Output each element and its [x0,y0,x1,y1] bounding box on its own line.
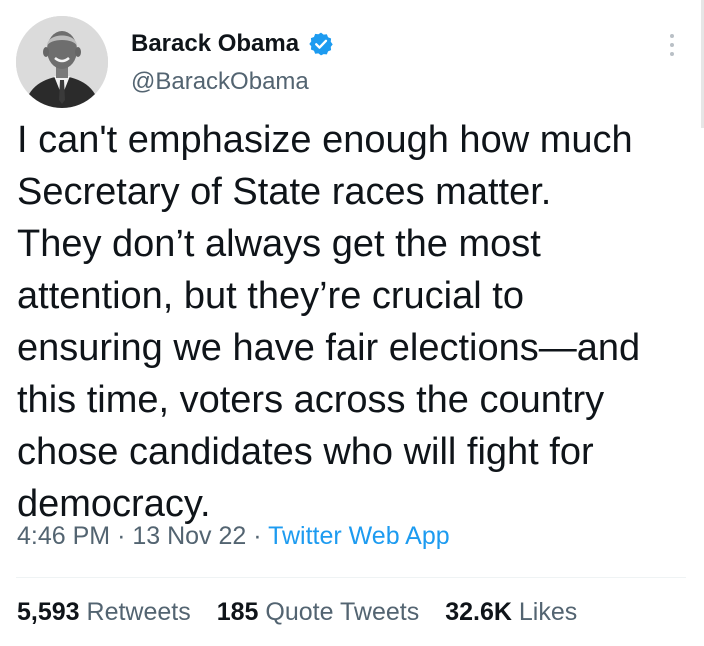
likes-stat[interactable]: 32.6K Likes [445,598,577,627]
quote-tweets-stat[interactable]: 185 Quote Tweets [217,598,419,627]
tweet-text: I can't emphasize enough how much Secret… [17,119,641,525]
more-vertical-icon[interactable] [662,30,682,60]
verified-badge-icon [308,31,334,57]
retweets-count: 5,593 [17,598,80,626]
meta-separator: · [253,522,262,550]
tweet-stats: 5,593 Retweets 185 Quote Tweets 32.6K Li… [17,598,603,627]
likes-label: Likes [518,598,578,626]
retweets-stat[interactable]: 5,593 Retweets [17,598,191,627]
tweet-card: Barack Obama @BarackObama I can't emphas… [0,0,704,646]
display-name[interactable]: Barack Obama [131,30,299,58]
meta-separator: · [117,522,126,550]
quote-tweets-count: 185 [216,598,259,626]
quote-tweets-label: Quote Tweets [265,598,420,626]
retweets-label: Retweets [86,598,191,626]
tweet-source-link[interactable]: Twitter Web App [268,522,450,550]
name-row: Barack Obama [131,30,334,58]
tweet-meta: 4:46 PM · 13 Nov 22 · Twitter Web App [17,522,450,551]
avatar[interactable] [16,16,108,108]
divider [16,577,686,578]
tweet-time[interactable]: 4:46 PM [17,522,110,550]
likes-count: 32.6K [445,598,512,626]
avatar-photo [16,16,108,108]
tweet-date[interactable]: 13 Nov 22 [132,522,246,550]
user-handle[interactable]: @BarackObama [131,68,309,96]
